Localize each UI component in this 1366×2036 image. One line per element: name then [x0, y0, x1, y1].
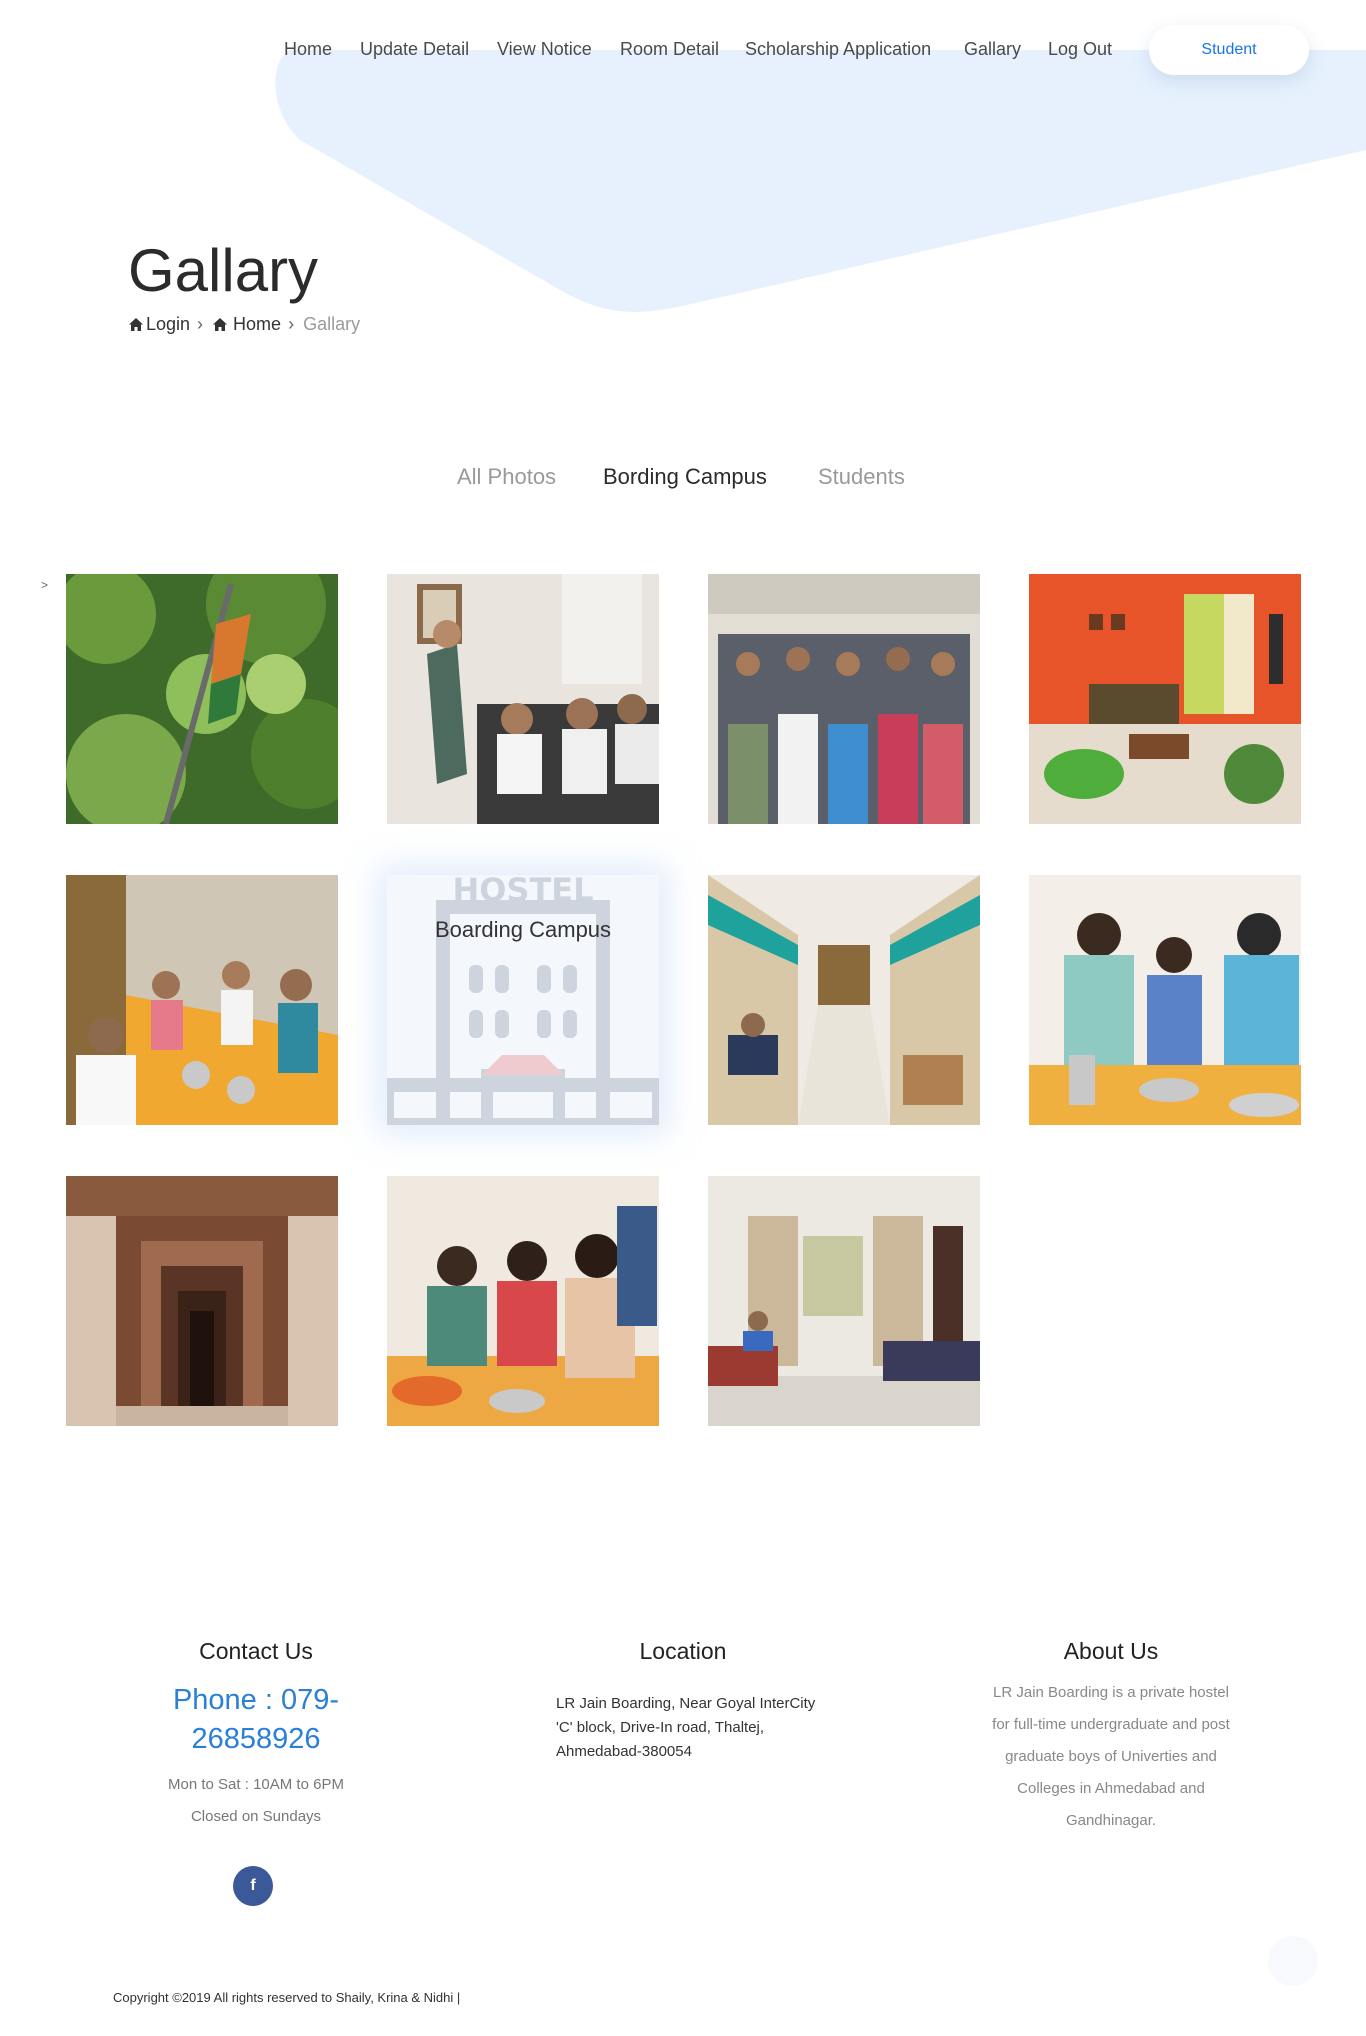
nav-scholarship-application[interactable]: Scholarship Application: [745, 39, 931, 60]
location-heading: Location: [639, 1638, 727, 1664]
location-section: Location: [583, 1638, 783, 1665]
gallery-photo-family-eating[interactable]: [1029, 875, 1301, 1125]
filter-students[interactable]: Students: [818, 464, 905, 490]
breadcrumb-login-label: Login: [146, 314, 191, 334]
nav-room-detail[interactable]: Room Detail: [620, 39, 719, 60]
gallery-photo-room-beds[interactable]: [708, 1176, 980, 1426]
gallery-photo-tree-flag[interactable]: [66, 574, 338, 824]
phone-number[interactable]: Phone : 079- 26858926: [156, 1681, 356, 1759]
photo-image: [66, 574, 338, 824]
page-title: Gallary: [128, 237, 319, 304]
chevron-right-icon: ›: [197, 314, 204, 334]
facebook-icon[interactable]: f: [233, 1866, 273, 1906]
scroll-to-top-button[interactable]: [1268, 1936, 1318, 1986]
contact-section: Contact Us Phone : 079- 26858926 Mon to …: [156, 1638, 356, 1833]
breadcrumb-home-label: Home: [233, 314, 282, 334]
gallery-photo-group[interactable]: [708, 574, 980, 824]
location-address: LR Jain Boarding, Near Goyal InterCity '…: [556, 1695, 816, 1760]
gallery-photo-dorm-teal[interactable]: [708, 875, 980, 1125]
copyright-text: Copyright ©2019 All rights reserved to S…: [113, 1990, 461, 2005]
photo-image: [1029, 574, 1301, 824]
filter-bording-campus[interactable]: Bording Campus: [603, 464, 767, 490]
phone-line-2: 26858926: [191, 1723, 321, 1755]
student-button[interactable]: Student: [1149, 25, 1309, 75]
gallery-photo-stepwell[interactable]: [66, 1176, 338, 1426]
photo-image: [708, 574, 980, 824]
contact-heading: Contact Us: [199, 1638, 313, 1664]
filter-all-photos[interactable]: All Photos: [457, 464, 556, 490]
about-section: About Us LR Jain Boarding is a private h…: [983, 1638, 1239, 1837]
photo-image: [708, 1176, 980, 1426]
photo-caption: Boarding Campus: [434, 917, 612, 942]
breadcrumb-login[interactable]: Login: [128, 314, 190, 335]
home-icon: [129, 318, 143, 331]
breadcrumb: Login › Home › Gallary: [128, 314, 360, 335]
photo-image: [1029, 875, 1301, 1125]
about-heading: About Us: [1063, 1638, 1159, 1664]
closed-days: Closed on Sundays: [190, 1808, 322, 1825]
chevron-right-icon: ›: [288, 314, 295, 334]
photo-image: [708, 875, 980, 1125]
home-icon: [213, 318, 228, 331]
gallery-photo-dining-hall[interactable]: [66, 875, 338, 1125]
office-hours: Mon to Sat : 10AM to 6PM: [168, 1776, 344, 1793]
photo-image: [66, 875, 338, 1125]
hostel-icon: HOSTEL: [387, 875, 659, 1125]
side-arrow-icon[interactable]: >: [41, 578, 48, 592]
nav-log-out[interactable]: Log Out: [1048, 39, 1112, 60]
photo-image: [387, 574, 659, 824]
nav-update-detail[interactable]: Update Detail: [360, 39, 469, 60]
nav-view-notice[interactable]: View Notice: [497, 39, 592, 60]
photo-image: [66, 1176, 338, 1426]
gallery-photo-women-eating[interactable]: [387, 1176, 659, 1426]
nav-home[interactable]: Home: [284, 39, 332, 60]
photo-image: [387, 1176, 659, 1426]
gallery-photo-hostel-placeholder[interactable]: HOSTEL Boarding Campus: [387, 875, 659, 1125]
phone-line-1: Phone : 079-: [172, 1684, 340, 1716]
breadcrumb-home[interactable]: Home: [212, 314, 281, 335]
nav-gallary[interactable]: Gallary: [964, 39, 1021, 60]
breadcrumb-current: Gallary: [303, 314, 361, 334]
about-text: LR Jain Boarding is a private hostel for…: [992, 1684, 1230, 1829]
gallery-photo-common-room[interactable]: [1029, 574, 1301, 824]
gallery-filter-bar: All Photos Bording Campus Students: [0, 464, 1366, 494]
gallery-photo-speaker[interactable]: [387, 574, 659, 824]
